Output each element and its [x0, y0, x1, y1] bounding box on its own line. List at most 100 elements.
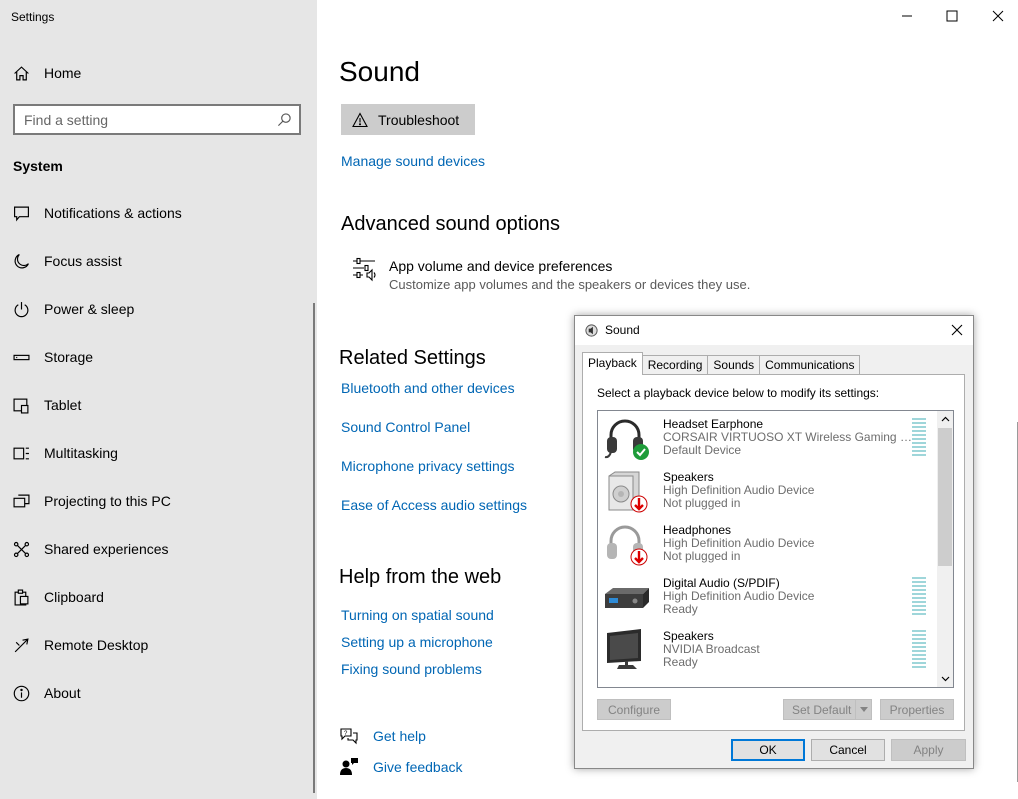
app-volume-preferences-icon[interactable] [351, 256, 379, 284]
sidebar-item-power-sleep[interactable]: Power & sleep [0, 285, 317, 333]
setting-up-microphone-link[interactable]: Setting up a microphone [341, 634, 493, 650]
sidebar-item-remote-desktop[interactable]: Remote Desktop [0, 621, 317, 669]
search-box[interactable] [13, 104, 301, 135]
ok-button[interactable]: OK [731, 739, 805, 761]
scroll-up-arrow-icon[interactable] [937, 411, 953, 427]
sidebar-item-label: Focus assist [44, 253, 122, 269]
related-settings-heading: Related Settings [339, 347, 486, 369]
device-row-digital-audio[interactable]: Digital Audio (S/PDIF) High Definition A… [598, 570, 938, 623]
sidebar-item-about[interactable]: About [0, 669, 317, 717]
tab-recording[interactable]: Recording [641, 355, 709, 375]
headphones-icon [607, 525, 648, 566]
sidebar-item-tablet[interactable]: Tablet [0, 381, 317, 429]
nav-list: Notifications & actions Focus assist Pow… [0, 189, 317, 717]
get-help-link[interactable]: Get help [373, 728, 426, 744]
sidebar-item-storage[interactable]: Storage [0, 333, 317, 381]
cancel-button[interactable]: Cancel [811, 739, 885, 761]
set-default-label: Set Default [792, 702, 852, 717]
app-volume-preferences-desc: Customize app volumes and the speakers o… [389, 277, 751, 292]
device-row-speakers-hd[interactable]: Speakers High Definition Audio Device No… [598, 464, 938, 517]
playback-device-list[interactable]: Headset Earphone CORSAIR VIRTUOSO XT Wir… [597, 410, 954, 688]
playback-instructions: Select a playback device below to modify… [597, 386, 880, 400]
set-default-dropdown-icon[interactable] [855, 700, 871, 719]
dialog-titlebar[interactable]: Sound [575, 316, 973, 345]
sidebar-scrollbar[interactable] [313, 303, 315, 793]
device-status: Not plugged in [663, 496, 741, 510]
tab-communications[interactable]: Communications [759, 355, 861, 375]
sidebar-item-label: Clipboard [44, 589, 104, 605]
device-name: Headset Earphone [663, 417, 764, 431]
sidebar-item-clipboard[interactable]: Clipboard [0, 573, 317, 621]
sidebar-item-shared-experiences[interactable]: Shared experiences [0, 525, 317, 573]
manage-sound-devices-link[interactable]: Manage sound devices [341, 153, 485, 169]
home-icon [12, 64, 30, 82]
sidebar-item-projecting[interactable]: Projecting to this PC [0, 477, 317, 525]
dialog-close-icon[interactable] [949, 322, 965, 338]
sidebar-item-label: Notifications & actions [44, 205, 182, 221]
level-meter [912, 630, 926, 668]
notifications-icon [12, 204, 30, 222]
sidebar-item-multitasking[interactable]: Multitasking [0, 429, 317, 477]
get-help-icon: ? [340, 728, 358, 745]
properties-button[interactable]: Properties [880, 699, 954, 720]
bluetooth-devices-link[interactable]: Bluetooth and other devices [341, 380, 515, 396]
troubleshoot-label: Troubleshoot [378, 111, 460, 128]
tab-playback[interactable]: Playback [582, 352, 643, 375]
playback-panel: Select a playback device below to modify… [582, 374, 965, 731]
sidebar-item-focus-assist[interactable]: Focus assist [0, 237, 317, 285]
device-status: Ready [663, 655, 698, 669]
device-status: Ready [663, 602, 698, 616]
dialog-title: Sound [605, 323, 640, 337]
nav-home[interactable]: Home [0, 58, 317, 88]
spatial-sound-link[interactable]: Turning on spatial sound [341, 607, 494, 623]
headset-icon [604, 419, 649, 460]
sidebar-item-notifications[interactable]: Notifications & actions [0, 189, 317, 237]
device-desc: CORSAIR VIRTUOSO XT Wireless Gaming Rece… [663, 430, 912, 444]
speaker-icon [608, 471, 648, 513]
microphone-privacy-link[interactable]: Microphone privacy settings [341, 458, 515, 474]
page-title: Sound [339, 56, 420, 87]
ease-of-access-audio-link[interactable]: Ease of Access audio settings [341, 497, 527, 513]
level-meter [912, 418, 926, 456]
sidebar-item-label: Remote Desktop [44, 637, 149, 653]
storage-icon [12, 348, 30, 366]
search-input[interactable] [15, 106, 270, 133]
monitor-speaker-icon [607, 629, 641, 669]
level-meter [912, 577, 926, 615]
device-desc: High Definition Audio Device [663, 536, 815, 550]
troubleshoot-button[interactable]: Troubleshoot [341, 104, 475, 135]
device-row-speakers-nvidia[interactable]: Speakers NVIDIA Broadcast Ready [598, 623, 938, 676]
sidebar-item-label: Shared experiences [44, 541, 169, 557]
device-status: Default Device [663, 443, 742, 457]
device-desc: NVIDIA Broadcast [663, 642, 760, 656]
search-icon[interactable] [277, 112, 292, 127]
configure-button[interactable]: Configure [597, 699, 671, 720]
projecting-icon [12, 492, 30, 510]
fixing-sound-problems-link[interactable]: Fixing sound problems [341, 661, 482, 677]
sidebar: Settings Home System Notifications & act… [0, 0, 317, 799]
app-volume-preferences-title[interactable]: App volume and device preferences [389, 258, 612, 274]
info-icon [12, 684, 30, 702]
tablet-icon [12, 396, 30, 414]
device-desc: High Definition Audio Device [663, 589, 815, 603]
apply-button[interactable]: Apply [891, 739, 966, 761]
device-name: Speakers [663, 470, 714, 484]
give-feedback-link[interactable]: Give feedback [373, 759, 463, 775]
section-title-system: System [13, 158, 63, 174]
tab-sounds[interactable]: Sounds [707, 355, 761, 375]
scroll-thumb[interactable] [938, 428, 952, 566]
advanced-sound-options-heading: Advanced sound options [341, 213, 561, 235]
app-title: Settings [11, 10, 55, 24]
dialog-tabs: Playback Recording Sounds Communications [582, 352, 861, 375]
device-list-scrollbar[interactable] [937, 411, 953, 687]
sidebar-item-label: About [44, 685, 81, 701]
device-row-headphones[interactable]: Headphones High Definition Audio Device … [598, 517, 938, 570]
set-default-button[interactable]: Set Default [783, 699, 872, 720]
sound-dialog-icon [585, 324, 598, 337]
device-row-headset-earphone[interactable]: Headset Earphone CORSAIR VIRTUOSO XT Wir… [598, 411, 938, 464]
shared-experiences-icon [12, 540, 30, 558]
scroll-down-arrow-icon[interactable] [937, 671, 953, 687]
sound-control-panel-link[interactable]: Sound Control Panel [341, 419, 470, 435]
moon-icon [12, 252, 30, 270]
sidebar-item-label: Multitasking [44, 445, 118, 461]
